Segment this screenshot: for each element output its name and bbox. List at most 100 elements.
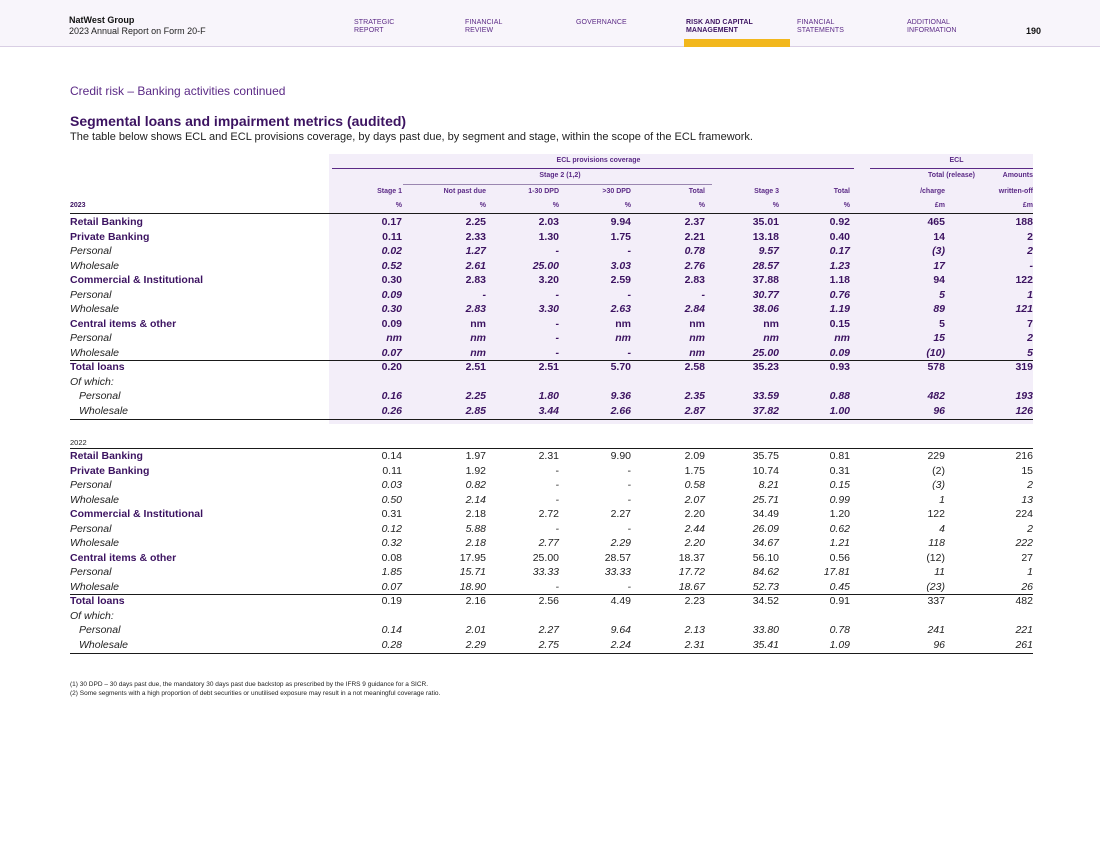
cell-value: 465	[927, 216, 945, 228]
col-header: Not past due	[443, 188, 486, 195]
cell-value: 25.00	[532, 551, 559, 564]
cell-value: 0.31	[381, 508, 402, 520]
cell-value: 38.06	[752, 303, 779, 315]
cell-value: 26	[1021, 580, 1033, 593]
cell-value: 2.27	[538, 624, 559, 636]
cell-value: 35.01	[752, 216, 779, 228]
table-row: Personal 0.14 2.01 2.27 9.64 2.13 33.80 0.78 241…	[70, 623, 1033, 638]
header-columns-row[interactable]: Stage 1 Not past due 1-30 DPD >30 DPD To…	[70, 188, 1033, 199]
cell-value: 2.56	[538, 595, 559, 607]
nav-strategic-report[interactable]: STRATEGIC REPORT	[354, 19, 394, 35]
row-label: Retail Banking	[70, 216, 143, 228]
cell-value: 37.88	[752, 274, 779, 286]
cell-value: 2.77	[538, 537, 559, 549]
cell-value: 0.26	[381, 404, 402, 417]
nav-financial-statements[interactable]: FINANCIAL STATEMENTS	[797, 19, 844, 35]
cell-value: 0.93	[829, 361, 850, 373]
cell-value: 17.81	[823, 566, 850, 578]
cell-value: 2.31	[538, 450, 559, 462]
cell-value: 10.74	[752, 464, 779, 477]
cell-value: 89	[933, 303, 945, 315]
cell-value: 14	[933, 230, 945, 243]
cell-value: 2.20	[684, 508, 705, 520]
table-row: Central items & other 0.09 nm - nm nm nm 0.15 5 7	[70, 317, 1033, 332]
table-row: Of which:	[70, 609, 1033, 624]
cell-value: 13	[1021, 493, 1033, 506]
col-header: Total	[833, 188, 850, 195]
nav-label-line1: FINANCIAL	[465, 19, 503, 26]
cell-value: 2.66	[610, 404, 631, 417]
cell-value: 1.20	[829, 508, 850, 520]
cell-value: -	[482, 288, 487, 301]
cell-value: 0.17	[381, 216, 402, 228]
cell-value: 0.88	[829, 390, 850, 402]
cell-value: (10)	[926, 346, 945, 359]
cell-value: 229	[927, 450, 945, 462]
nav-governance[interactable]: GOVERNANCE	[576, 19, 627, 27]
cell-value: 2.37	[684, 216, 705, 228]
nav-label-line2: REPORT	[354, 27, 384, 34]
nav-additional-information[interactable]: ADDITIONAL INFORMATION	[907, 19, 957, 35]
cell-value: 578	[927, 361, 945, 373]
row-label: Commercial & Institutional	[70, 274, 204, 286]
cell-value: 0.52	[381, 259, 402, 272]
nav-risk-capital-management[interactable]: RISK AND CAPITAL MANAGEMENT	[686, 19, 753, 35]
cell-value: 0.28	[381, 638, 402, 651]
cell-value: 25.00	[532, 259, 559, 272]
brand: NatWest Group 2023 Annual Report on Form…	[69, 15, 206, 37]
cell-value: 2.83	[465, 274, 486, 286]
cell-value: 28.57	[752, 259, 779, 272]
cell-value: 2.59	[610, 274, 631, 286]
table-row: Wholesale 0.30 2.83 3.30 2.63 2.84 38.06 1.19 89…	[70, 302, 1033, 317]
col-header: /charge	[920, 188, 945, 195]
cell-value: (23)	[926, 580, 945, 593]
row-label: Commercial & Institutional	[70, 508, 204, 520]
row-label: Private Banking	[70, 464, 150, 477]
cell-value: 0.12	[381, 522, 402, 535]
cell-value: 2.14	[465, 493, 486, 506]
table-row: Commercial & Institutional 0.31 2.18 2.72 2.…	[70, 507, 1033, 522]
cell-value: 0.07	[381, 580, 402, 593]
cell-value: nm	[763, 317, 779, 330]
nav-label-line1: FINANCIAL	[797, 19, 835, 26]
table-row: Wholesale 0.52 2.61 25.00 3.03 2.76 28.57 1.23 1…	[70, 259, 1033, 274]
cell-value: -	[555, 288, 560, 301]
cell-value: 0.09	[381, 288, 402, 301]
col-header: Total	[688, 188, 705, 195]
cell-value: 2.29	[610, 537, 631, 549]
nav-financial-review[interactable]: FINANCIAL REVIEW	[465, 19, 502, 35]
cell-value: 2.76	[684, 259, 705, 272]
footnotes: (1) 30 DPD – 30 days past due, the manda…	[70, 680, 440, 698]
nav-label-line1: STRATEGIC	[354, 19, 395, 26]
cell-value: 11	[934, 566, 945, 578]
cell-value: 2.72	[538, 508, 559, 520]
cell-value: 15	[933, 332, 945, 344]
cell-value: 2.18	[465, 508, 486, 520]
table-row: Total loans 0.19 2.16 2.56 4.49 2.23 34.52 0.91…	[70, 594, 1033, 609]
cell-value: 17.95	[459, 551, 486, 564]
cell-value: 18.67	[678, 580, 705, 593]
cell-value: nm	[834, 332, 850, 344]
cell-value: 2.31	[684, 638, 705, 651]
col-unit: £m	[934, 202, 945, 209]
table-row: Personal nm nm - nm nm nm nm 15 2	[70, 331, 1033, 346]
row-divider	[70, 213, 1033, 214]
cell-value: -	[627, 288, 632, 301]
cell-value: -	[555, 479, 560, 491]
cell-value: 0.32	[381, 537, 402, 549]
col-unit: %	[698, 202, 705, 209]
cell-value: 1	[939, 493, 945, 506]
cell-value: 0.20	[381, 361, 402, 373]
cell-value: 56.10	[752, 551, 779, 564]
cell-value: 0.76	[829, 288, 850, 301]
cell-value: 261	[1015, 638, 1033, 651]
cell-value: 0.62	[829, 522, 850, 535]
cell-value: 2.01	[465, 624, 486, 636]
cell-value: 17.72	[678, 566, 705, 578]
header-rule	[332, 168, 854, 169]
cell-value: 1.21	[829, 537, 850, 549]
cell-value: 2.51	[465, 361, 486, 373]
cell-value: 0.45	[829, 580, 850, 593]
cell-value: 15.71	[459, 566, 486, 578]
cell-value: 27	[1021, 551, 1033, 564]
